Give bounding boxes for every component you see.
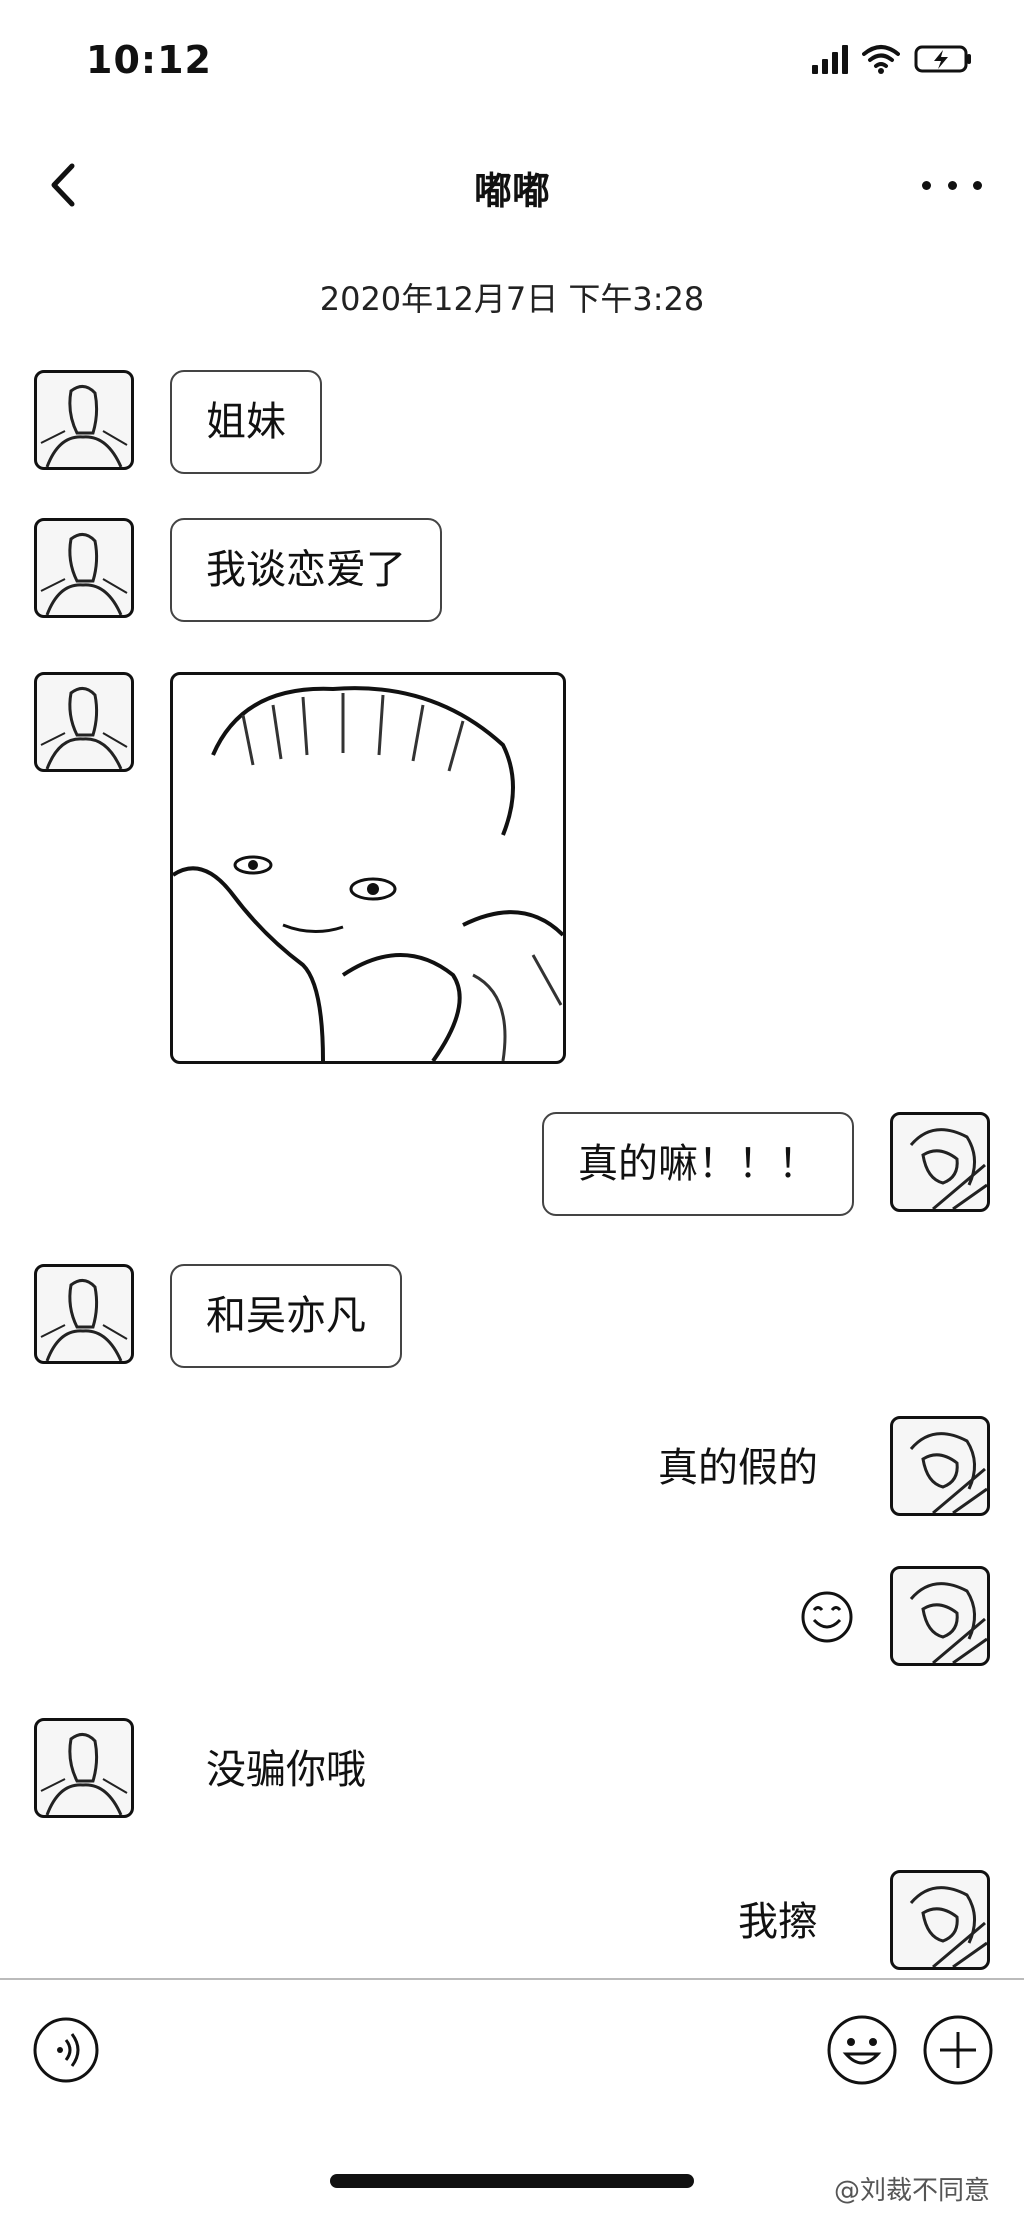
chat-header: 嘟嘟: [0, 140, 1024, 230]
my-avatar[interactable]: [890, 1870, 990, 1970]
girl-portrait-icon: [40, 533, 128, 615]
message-bubble[interactable]: 真的假的: [622, 1416, 854, 1520]
contact-avatar[interactable]: [34, 1718, 134, 1818]
my-avatar[interactable]: [890, 1112, 990, 1212]
message-bubble[interactable]: 真的嘛！！！: [542, 1112, 854, 1216]
watermark: @刘裁不同意: [833, 2176, 990, 2206]
wifi-icon: [862, 45, 900, 74]
status-time: 10:12: [86, 38, 212, 82]
emoji-icon[interactable]: [826, 2014, 898, 2086]
plus-icon[interactable]: [922, 2014, 994, 2086]
dot-icon: [947, 180, 957, 190]
girl-portrait-icon: [40, 687, 128, 769]
dot-icon: [922, 180, 931, 190]
signal-icon: [812, 44, 848, 74]
my-avatar[interactable]: [890, 1566, 990, 1666]
input-bar: [0, 1980, 1024, 2120]
home-indicator[interactable]: [330, 2174, 694, 2188]
smile-emoji-icon[interactable]: [800, 1590, 854, 1644]
more-options-button[interactable]: [922, 158, 982, 212]
message-bubble[interactable]: 我擦: [702, 1870, 854, 1974]
chat-timestamp: 2020年12月7日 下午3:28: [319, 280, 705, 318]
status-icons: [812, 44, 974, 74]
girl-portrait-icon: [40, 385, 128, 467]
message-bubble[interactable]: 姐妹: [170, 370, 322, 474]
contact-avatar[interactable]: [34, 370, 134, 470]
chat-title: 嘟嘟: [473, 169, 550, 213]
battery-charging-icon: [914, 45, 971, 73]
contact-avatar[interactable]: [34, 672, 134, 772]
status-bar: 10:12: [0, 0, 1024, 130]
voice-icon[interactable]: [32, 2016, 100, 2084]
message-bubble[interactable]: 我谈恋爱了: [170, 518, 442, 622]
image-message[interactable]: [170, 672, 566, 1064]
anime-girl-icon: [909, 1432, 987, 1513]
chat-screen: 10:12 嘟嘟 2020年12月7日 下午3:28 姐妹 我谈恋爱了 真的嘛！…: [0, 0, 1024, 2216]
dot-icon: [973, 180, 982, 190]
anime-girl-icon: [909, 1582, 987, 1663]
anime-girl-icon: [909, 1128, 987, 1209]
girl-portrait-icon: [40, 1279, 128, 1361]
my-avatar[interactable]: [890, 1416, 990, 1516]
baby-photo-image: [173, 686, 563, 1061]
message-bubble[interactable]: 和吴亦凡: [170, 1264, 402, 1368]
girl-portrait-icon: [40, 1733, 128, 1815]
anime-girl-icon: [909, 1886, 987, 1967]
message-bubble[interactable]: 没骗你哦: [170, 1718, 402, 1822]
contact-avatar[interactable]: [34, 1264, 134, 1364]
contact-avatar[interactable]: [34, 518, 134, 618]
